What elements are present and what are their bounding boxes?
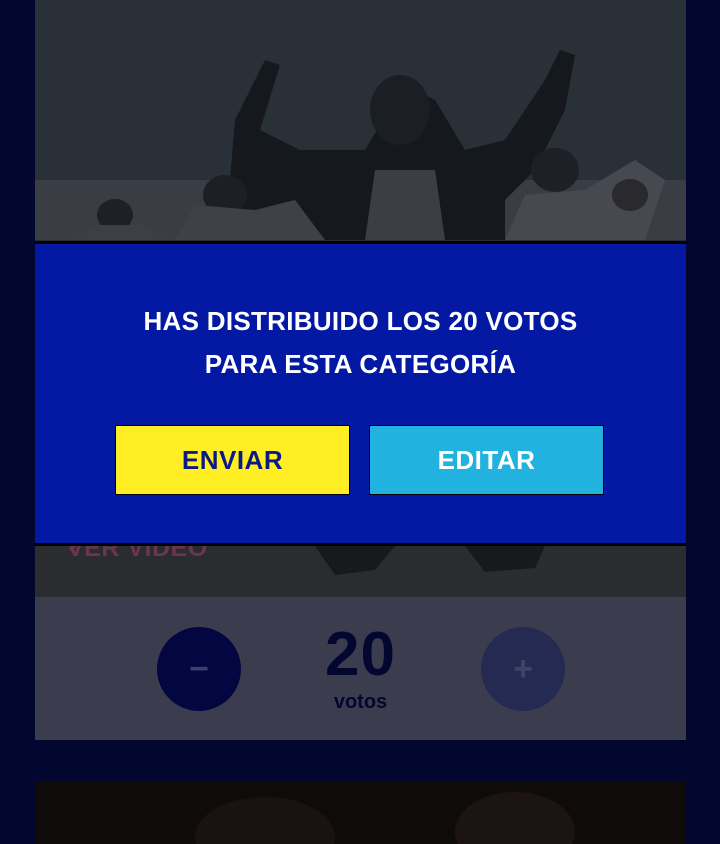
send-button[interactable]: ENVIAR xyxy=(115,425,350,495)
vote-count-label: votos xyxy=(333,691,388,713)
edit-button[interactable]: EDITAR xyxy=(369,425,604,495)
plus-icon: + xyxy=(513,649,533,688)
dialog-title-line-2: PARA ESTA CATEGORÍA xyxy=(204,349,517,379)
vote-panel: − 20 votos + xyxy=(35,597,686,740)
increase-vote-button[interactable]: + xyxy=(481,627,565,711)
vote-count: 20 xyxy=(325,620,396,689)
dialog-title: HAS DISTRIBUIDO LOS 20 VOTOS PARA ESTA C… xyxy=(35,300,686,386)
next-video-card xyxy=(35,782,686,844)
dialog-title-line-1: HAS DISTRIBUIDO LOS 20 VOTOS xyxy=(143,306,578,336)
next-video-thumbnail xyxy=(195,792,575,844)
vote-confirmation-dialog: HAS DISTRIBUIDO LOS 20 VOTOS PARA ESTA C… xyxy=(35,241,686,546)
